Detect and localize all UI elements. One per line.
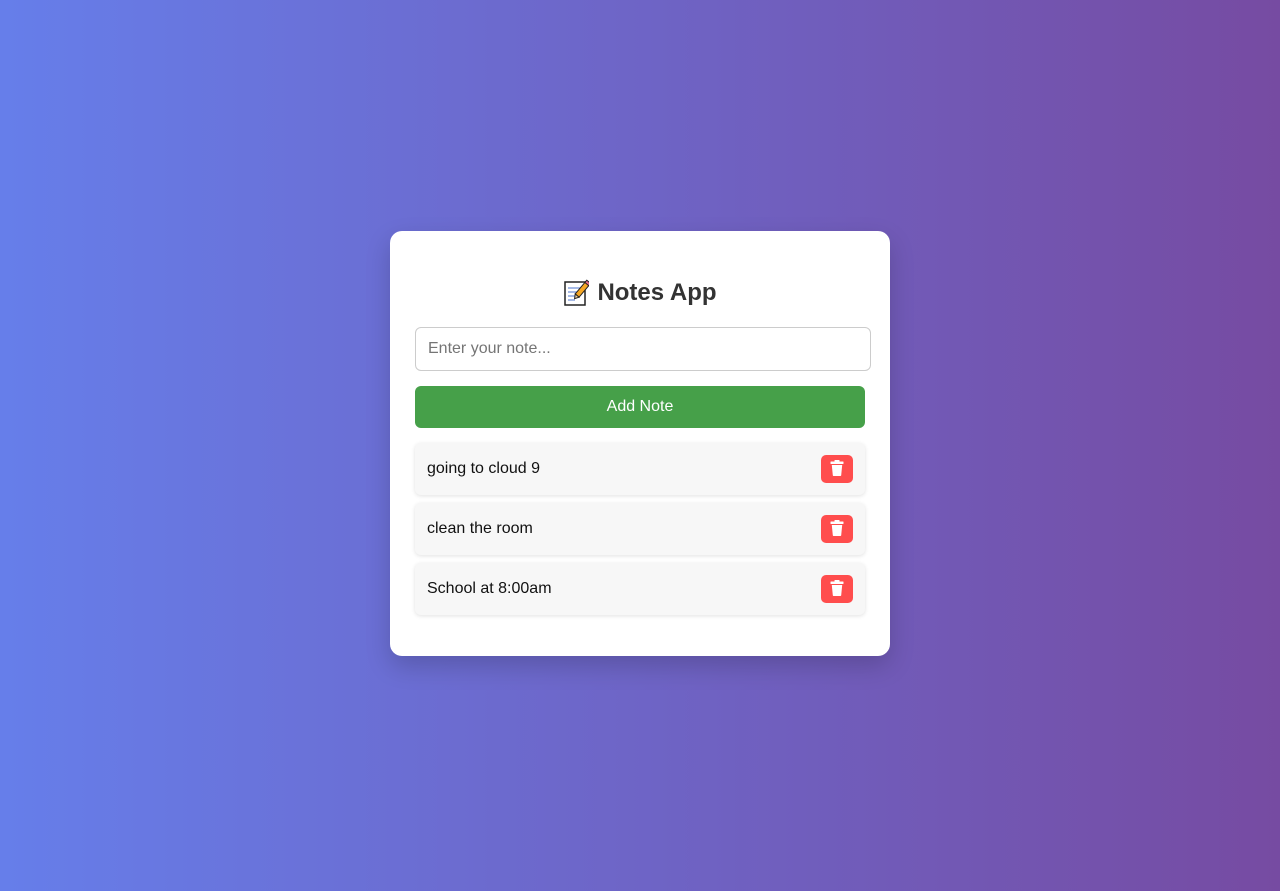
delete-button[interactable]: [821, 575, 853, 603]
page-title: Notes App: [597, 279, 717, 306]
list-item: clean the room: [415, 503, 865, 555]
note-text: clean the room: [427, 520, 533, 537]
note-input[interactable]: [415, 327, 871, 371]
trash-icon: [830, 519, 844, 539]
list-item: going to cloud 9: [415, 443, 865, 495]
add-note-button[interactable]: Add Note: [415, 386, 865, 428]
notes-list: going to cloud 9 clean the room School a…: [415, 443, 865, 623]
delete-button[interactable]: [821, 515, 853, 543]
note-text: School at 8:00am: [427, 580, 552, 597]
notes-card: Notes App Add Note going to cloud 9 clea…: [390, 231, 890, 656]
list-item: School at 8:00am: [415, 563, 865, 615]
app-header: Notes App: [390, 277, 890, 309]
memo-icon: [563, 279, 590, 307]
trash-icon: [830, 459, 844, 479]
trash-icon: [830, 579, 844, 599]
note-text: going to cloud 9: [427, 460, 540, 477]
delete-button[interactable]: [821, 455, 853, 483]
